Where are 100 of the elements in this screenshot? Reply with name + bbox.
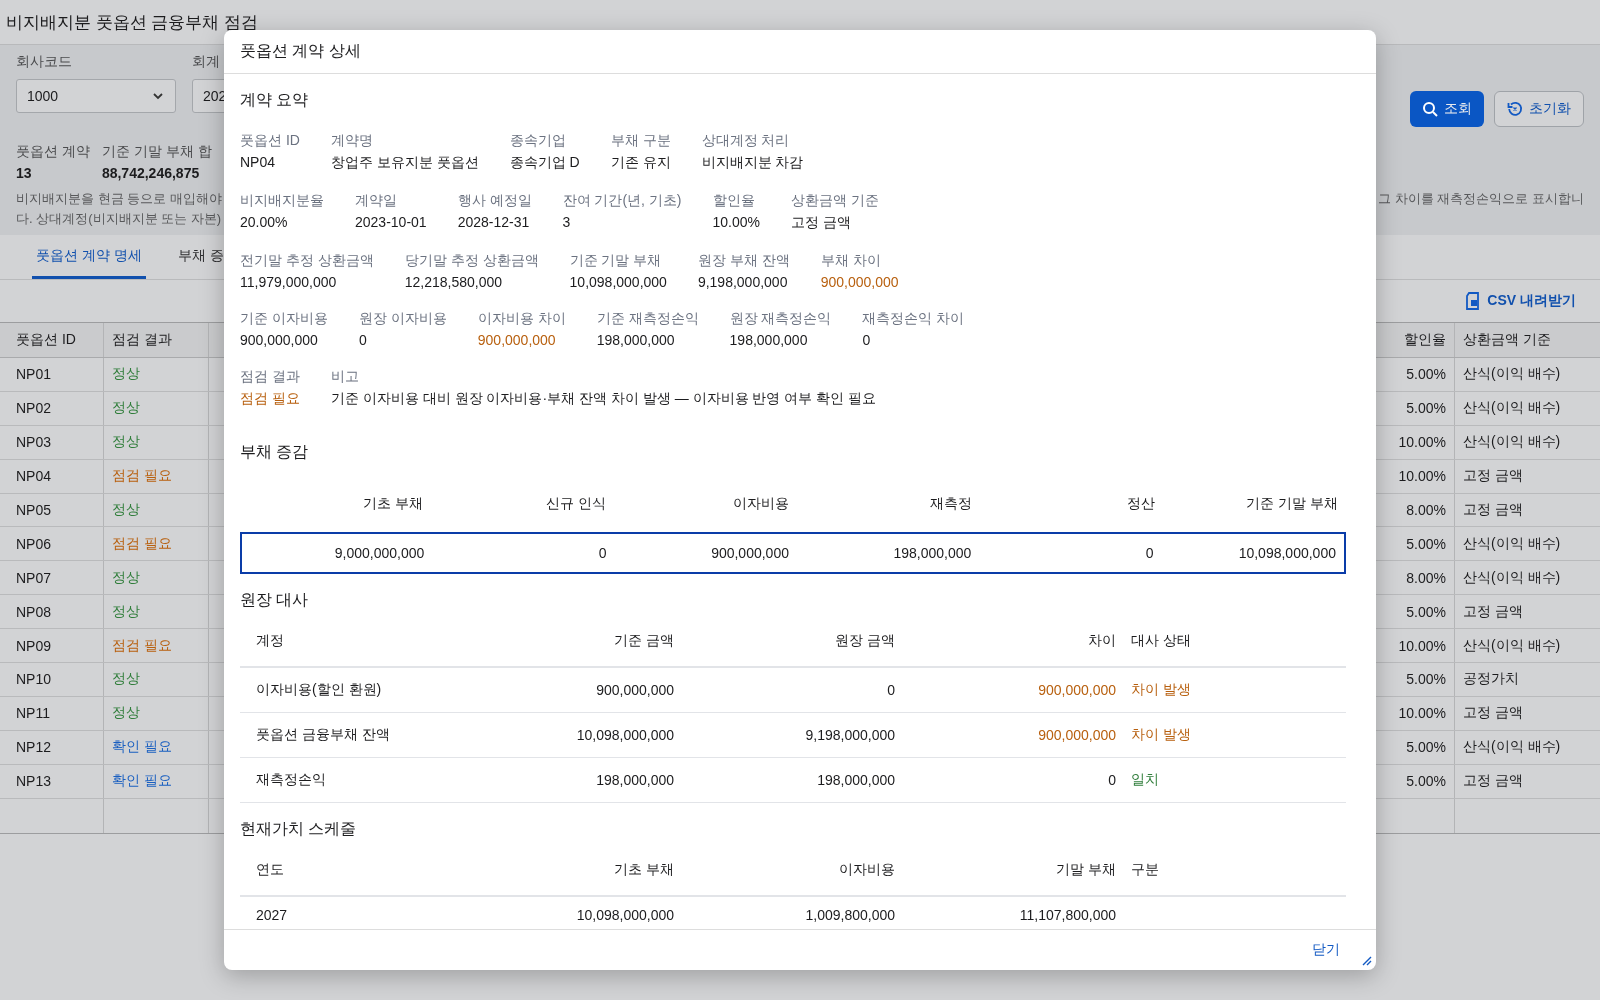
result-cell: 정상 <box>104 663 209 696</box>
result-cell: 점검 필요 <box>104 527 209 561</box>
table-cell-text: 산식(이익 배수) <box>1462 364 1562 384</box>
table-cell-text: 900,000,000 <box>1037 682 1116 698</box>
column-header: 이자비용 <box>838 861 895 879</box>
field-value: 198,000,000 <box>596 332 676 348</box>
column-header: 구분 <box>1130 861 1160 879</box>
field-label: 계약일 <box>355 192 398 210</box>
table-cell: NP07 <box>0 561 104 595</box>
field-value: 고정 금액 <box>791 214 852 232</box>
status-cell-text: 차이 발생 <box>1130 681 1192 699</box>
field-label: 계약명 <box>330 132 374 150</box>
table-cell-text: 10,098,000,000 <box>575 727 674 743</box>
table-cell-text: 900,000,000 <box>1037 727 1116 743</box>
table-cell-text: 고정 금액 <box>1462 466 1524 486</box>
table-cell-text: 2027 <box>255 907 289 923</box>
reset-button[interactable]: 초기화 <box>1494 91 1584 127</box>
field-label: 비고 <box>330 368 360 386</box>
table-cell-text: 9,198,000,000 <box>804 727 895 743</box>
status-cell-text: 일치 <box>1130 771 1160 789</box>
column-header: 정산 <box>1126 495 1155 513</box>
result-cell: 정상 <box>104 561 209 595</box>
field-value: 9,198,000,000 <box>697 274 789 290</box>
table-cell-text: 산식(이익 배수) <box>1462 635 1562 655</box>
select-field[interactable]: 1000 <box>16 79 176 113</box>
field-value: 종속기업 D <box>509 154 580 172</box>
field-value: 20.00% <box>240 214 289 230</box>
field-label: 원장 재측정손익 <box>729 310 832 328</box>
table-cell-text: 11,107,800,000 <box>1018 907 1116 923</box>
column-header: 풋옵션 ID <box>0 323 104 357</box>
column-header: 계정 <box>255 632 285 650</box>
page-title: 비지배지분 풋옵션 금융부채 점검 <box>6 11 259 34</box>
tab[interactable]: 풋옵션 계약 명세 <box>32 235 146 279</box>
field-label: 상대계정 처리 <box>701 132 791 150</box>
table-cell-text: 산식(이익 배수) <box>1462 737 1562 757</box>
table-cell-text: 고정 금액 <box>1462 500 1524 519</box>
table-cell-text: 산식(이익 배수) <box>1462 567 1562 587</box>
field-value: 2028-12-31 <box>457 214 531 230</box>
filter-label: 회사코드 <box>16 53 73 71</box>
result-cell: 정상 <box>104 391 209 425</box>
resize-handle-icon[interactable] <box>1360 954 1372 966</box>
field-value: NP04 <box>240 154 277 170</box>
status-cell-text: 차이 발생 <box>1130 726 1192 744</box>
column-header: 연도 <box>255 861 285 879</box>
field-value: 창업주 보유지분 풋옵션 <box>330 154 479 172</box>
field-label: 상환금액 기준 <box>791 192 879 210</box>
search-icon <box>1422 101 1438 117</box>
field-value: 2023-10-01 <box>355 214 427 230</box>
summary-value: 13 <box>16 165 33 181</box>
column-header: 신규 인식 <box>545 495 606 513</box>
spreadsheet-icon <box>1465 292 1482 310</box>
reset-icon <box>1507 101 1523 117</box>
table-cell-text: 고정 금액 <box>1462 601 1524 621</box>
table-cell-text: 재측정손익 <box>255 771 327 789</box>
tab[interactable]: 부채 증 <box>173 235 228 279</box>
field-value: 11,979,000,000 <box>240 274 338 290</box>
section-heading: 계약 요약 <box>240 90 310 110</box>
field-label: 이자비용 차이 <box>477 310 566 328</box>
result-cell: 정상 <box>104 595 209 629</box>
table-cell-text: 고정 금액 <box>1462 771 1524 791</box>
field-label: 잔여 기간(년, 기초) <box>562 192 682 210</box>
table-row[interactable]: 9,000,000,000 0 900,000,000 198,000,000 0 10,098,000,000 <box>240 532 1346 574</box>
field-value: 10.00% <box>712 214 760 230</box>
field-value: 198,000,000 <box>729 332 809 348</box>
field-value: 기존 유지 <box>610 154 671 172</box>
column-header: 차이 <box>1087 632 1116 650</box>
summary-value: 88,742,246,875 <box>101 165 201 181</box>
result-cell: 정상 <box>104 425 209 459</box>
filter-label: 회계 <box>192 53 221 71</box>
section-heading: 원장 대사 <box>240 590 310 610</box>
table-cell: NP02 <box>0 391 104 425</box>
result-cell: 점검 필요 <box>104 459 209 493</box>
table-cell-text: 산식(이익 배수) <box>1462 533 1562 553</box>
field-label: 기준 재측정손익 <box>596 310 699 328</box>
column-header: 기말 부채 <box>1055 861 1116 879</box>
search-button[interactable]: 조회 <box>1410 91 1484 127</box>
column-header: 상환금액 기준 <box>1462 330 1552 349</box>
table-cell-text: 900,000,000 <box>595 682 674 698</box>
table-cell-text: 10,098,000,000 <box>575 907 674 923</box>
close-button[interactable]: 닫기 <box>1306 940 1346 960</box>
column-header: 기초 부채 <box>613 861 674 879</box>
table-cell-text: 198,000,000 <box>816 772 895 788</box>
section-heading: 부채 증감 <box>240 442 310 462</box>
table-cell-text: 이자비용(할인 환원) <box>255 681 383 699</box>
field-label: 원장 이자비용 <box>358 310 447 328</box>
section-heading: 현재가치 스케줄 <box>240 819 358 839</box>
field-value: 900,000,000 <box>240 332 319 348</box>
field-value: 900,000,000 <box>820 274 899 290</box>
column-header: 점검 결과 <box>104 323 209 357</box>
column-header: 대사 상태 <box>1130 632 1192 650</box>
field-label: 부채 구분 <box>610 132 671 150</box>
field-label: 비지배지분율 <box>240 192 324 210</box>
field-value: 10,098,000,000 <box>569 274 667 290</box>
field-label: 풋옵션 ID <box>240 132 300 150</box>
column-header: 기준 기말 부채 <box>1245 495 1338 513</box>
column-header: 재측정 <box>929 495 972 513</box>
table-cell: NP03 <box>0 425 104 459</box>
field-label: 원장 부채 잔액 <box>697 252 790 270</box>
csv-download-button[interactable]: CSV 내려받기 <box>1459 291 1582 311</box>
description-text: 다. 상대계정(비지배지분 또는 자본) <box>16 210 222 228</box>
